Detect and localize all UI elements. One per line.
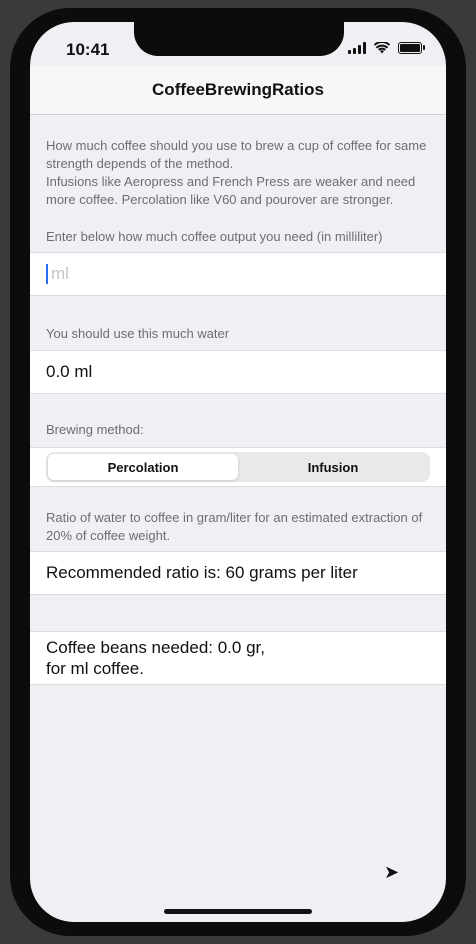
ratio-cell: Recommended ratio is: 60 grams per liter — [30, 551, 446, 595]
brewing-method-segmented-control[interactable]: Percolation Infusion — [46, 452, 430, 482]
water-cell: 0.0 ml — [30, 350, 446, 394]
result-text: Coffee beans needed: 0.0 gr, for ml coff… — [46, 629, 265, 687]
cellular-signal-icon — [348, 42, 366, 54]
water-label: You should use this much water — [46, 326, 230, 341]
intro-description: How much coffee should you use to brew a… — [30, 115, 446, 209]
status-time: 10:41 — [66, 40, 110, 59]
intro-line-1: How much coffee should you use to brew a… — [46, 138, 427, 171]
result-line-1: Coffee beans needed: 0.0 gr, — [46, 638, 265, 657]
notch — [134, 22, 344, 56]
navigation-bar: CoffeeBrewingRatios — [30, 66, 446, 115]
water-value: 0.0 ml — [46, 362, 93, 381]
status-icons — [348, 42, 425, 54]
battery-icon — [398, 42, 425, 54]
coffee-output-cell[interactable] — [30, 252, 446, 296]
coffee-output-label: Enter below how much coffee output you n… — [46, 229, 383, 244]
text-cursor — [46, 264, 48, 284]
ratio-value: Recommended ratio is: 60 grams per liter — [46, 563, 358, 582]
intro-line-2: Infusions like Aeropress and French Pres… — [46, 174, 416, 207]
ratio-label: Ratio of water to coffee in gram/liter f… — [46, 510, 423, 543]
result-line-2: for ml coffee. — [46, 659, 144, 678]
wifi-icon — [374, 42, 390, 54]
home-indicator[interactable] — [164, 909, 312, 914]
screen: 10:41 CoffeeBrewingRatios How much coffe… — [30, 22, 446, 922]
coffee-output-input[interactable] — [48, 263, 430, 285]
mouse-pointer-icon: ➤ — [384, 862, 400, 882]
nav-title: CoffeeBrewingRatios — [152, 80, 324, 99]
segment-infusion[interactable]: Infusion — [238, 454, 428, 480]
result-cell: Coffee beans needed: 0.0 gr, for ml coff… — [30, 631, 446, 685]
segment-percolation[interactable]: Percolation — [48, 454, 238, 480]
brewing-method-label: Brewing method: — [46, 422, 144, 437]
main-content: How much coffee should you use to brew a… — [30, 115, 446, 685]
device-frame: 10:41 CoffeeBrewingRatios How much coffe… — [10, 8, 466, 936]
brewing-method-cell: Percolation Infusion — [30, 447, 446, 487]
